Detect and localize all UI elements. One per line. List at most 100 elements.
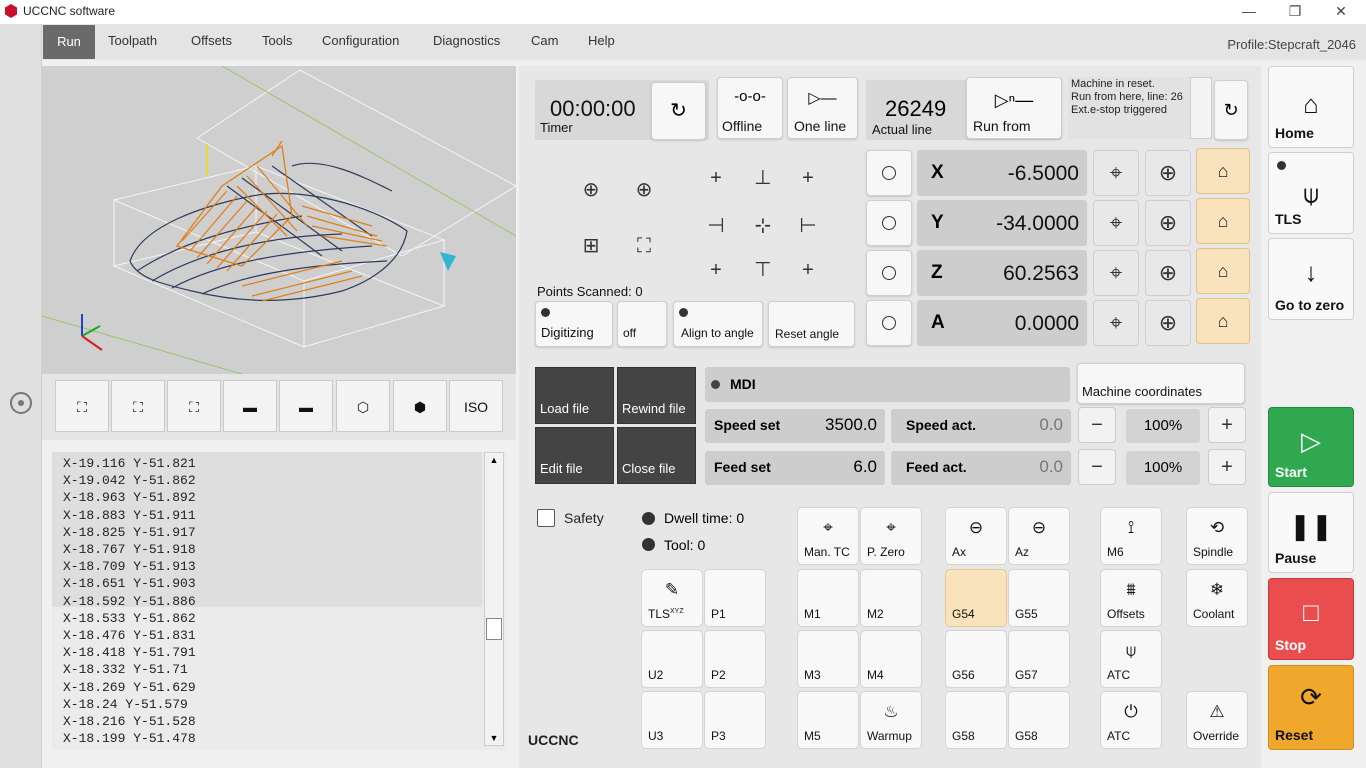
az-button[interactable]: ⊖ Az — [1008, 507, 1070, 565]
m2-button[interactable]: M2 — [860, 569, 922, 627]
m6-button[interactable]: ⟟ M6 — [1100, 507, 1162, 565]
menu-diagnostics[interactable]: Diagnostics — [425, 24, 508, 58]
axis-x-touch-button[interactable]: ⊕ — [1145, 150, 1191, 196]
stop-button[interactable]: □ Stop — [1268, 578, 1354, 660]
tls-xyz-button[interactable]: ✎ TLSXYZ — [641, 569, 703, 627]
axis-x-dro[interactable]: X -6.5000 — [917, 150, 1087, 196]
gcode-line[interactable]: X-18.533 Y-51.862 — [63, 611, 196, 628]
ax-button[interactable]: ⊖ Ax — [945, 507, 1007, 565]
axis-y-touch-button[interactable]: ⊕ — [1145, 200, 1191, 246]
safety-checkbox[interactable] — [537, 509, 555, 527]
mdi-input[interactable]: MDI — [705, 367, 1070, 402]
view-top-button[interactable]: ⛶ — [111, 380, 165, 432]
align-to-angle-button[interactable]: Align to angle — [673, 301, 763, 347]
run-from-button[interactable]: ▷ⁿ— Run from — [966, 77, 1062, 139]
axis-y-home-button[interactable]: ⌂ — [1196, 198, 1250, 244]
p-zero-button[interactable]: ⌖ P. Zero — [860, 507, 922, 565]
probe-square-icon[interactable]: ⛶ — [632, 234, 656, 258]
p2-button[interactable]: P2 — [704, 630, 766, 688]
rewind-file-button[interactable]: Rewind file — [617, 367, 696, 424]
view-fit-button[interactable]: ⛶ — [55, 380, 109, 432]
machine-coordinates-button[interactable]: Machine coordinates — [1077, 363, 1245, 404]
axis-x-zero-button[interactable]: ⌖ — [1093, 150, 1139, 196]
probe-corner-br-icon[interactable]: + — [796, 258, 820, 282]
gcode-line[interactable]: X-18.332 Y-51.71 — [63, 662, 188, 679]
reset-angle-button[interactable]: Reset angle — [768, 301, 855, 347]
go-to-zero-button[interactable]: ↓ Go to zero — [1268, 238, 1354, 320]
menu-configuration[interactable]: Configuration — [314, 24, 407, 58]
scroll-down-icon[interactable]: ▼ — [487, 733, 501, 743]
gcode-line[interactable]: X-18.709 Y-51.913 — [63, 559, 196, 576]
probe-corner-tl-icon[interactable]: + — [704, 166, 728, 190]
view-wire-button[interactable]: ⬡ — [336, 380, 390, 432]
speed-minus-button[interactable]: − — [1078, 407, 1116, 443]
gcode-line[interactable]: X-18.592 Y-51.886 — [63, 594, 196, 611]
axis-a-select-button[interactable] — [866, 300, 912, 346]
minimize-button[interactable]: — — [1226, 0, 1272, 24]
u3-button[interactable]: U3 — [641, 691, 703, 749]
g54-button[interactable]: G54 — [945, 569, 1007, 627]
probe-edge-top-icon[interactable]: ⊥ — [751, 166, 775, 190]
probe-corner-tr-icon[interactable]: + — [796, 166, 820, 190]
view-iso-button[interactable]: ISO — [449, 380, 503, 432]
gcode-line[interactable]: X-18.767 Y-51.918 — [63, 542, 196, 559]
load-file-button[interactable]: Load file — [535, 367, 614, 424]
scroll-thumb[interactable] — [486, 618, 502, 640]
gcode-listing[interactable]: X-19.116 Y-51.821 X-19.042 Y-51.862 X-18.9… — [52, 452, 506, 750]
offline-button[interactable]: -o-o- Offline — [717, 77, 783, 139]
m4-button[interactable]: M4 — [860, 630, 922, 688]
cycle-indicator-icon[interactable] — [10, 392, 32, 414]
axis-y-select-button[interactable] — [866, 200, 912, 246]
one-line-button[interactable]: ▷— One line — [787, 77, 858, 139]
gcode-line[interactable]: X-18.24 Y-51.579 — [63, 697, 188, 714]
digitizing-off-button[interactable]: off — [617, 301, 667, 347]
probe-circle-filled-icon[interactable]: ⊕ — [579, 178, 603, 202]
axis-a-touch-button[interactable]: ⊕ — [1145, 300, 1191, 346]
gcode-line[interactable]: X-18.651 Y-51.903 — [63, 576, 196, 593]
gcode-scrollbar[interactable]: ▲ ▼ — [484, 452, 504, 746]
status-scrollbar[interactable] — [1190, 77, 1212, 139]
atc1-button[interactable]: ⍦ ATC — [1100, 630, 1162, 688]
g58b-button[interactable]: G58 — [1008, 691, 1070, 749]
restore-button[interactable]: ❐ — [1272, 0, 1318, 24]
digitizing-button[interactable]: Digitizing — [535, 301, 613, 347]
axis-a-dro[interactable]: A 0.0000 — [917, 300, 1087, 346]
axis-y-dro[interactable]: Y -34.0000 — [917, 200, 1087, 246]
probe-corner-bl-icon[interactable]: + — [704, 258, 728, 282]
axis-a-zero-button[interactable]: ⌖ — [1093, 300, 1139, 346]
close-window-button[interactable]: ✕ — [1318, 0, 1364, 24]
m1-button[interactable]: M1 — [797, 569, 859, 627]
menu-run[interactable]: Run — [43, 25, 95, 59]
p3-button[interactable]: P3 — [704, 691, 766, 749]
gcode-line[interactable]: X-18.963 Y-51.892 — [63, 490, 196, 507]
axis-z-home-button[interactable]: ⌂ — [1196, 248, 1250, 294]
gcode-line[interactable]: X-18.476 Y-51.831 — [63, 628, 196, 645]
m3-button[interactable]: M3 — [797, 630, 859, 688]
home-button[interactable]: ⌂ Home — [1268, 66, 1354, 148]
view-back-button[interactable]: ▬ — [279, 380, 333, 432]
feed-minus-button[interactable]: − — [1078, 449, 1116, 485]
gcode-line[interactable]: X-18.418 Y-51.791 — [63, 645, 196, 662]
g55-button[interactable]: G55 — [1008, 569, 1070, 627]
probe-edge-bottom-icon[interactable]: ⊤ — [751, 258, 775, 282]
gcode-line[interactable]: X-18.269 Y-51.629 — [63, 680, 196, 697]
edit-file-button[interactable]: Edit file — [535, 427, 614, 484]
gcode-line[interactable]: X-19.116 Y-51.821 — [63, 456, 196, 473]
feed-set-field[interactable]: Feed set 6.0 — [705, 451, 885, 485]
coolant-button[interactable]: ❄ Coolant — [1186, 569, 1248, 627]
probe-square-filled-icon[interactable]: ⊞ — [579, 234, 603, 258]
gcode-line[interactable]: X-18.883 Y-51.911 — [63, 508, 196, 525]
gcode-line[interactable]: X-18.825 Y-51.917 — [63, 525, 196, 542]
probe-edge-left-icon[interactable]: ⊣ — [704, 214, 728, 238]
gcode-line[interactable]: X-19.042 Y-51.862 — [63, 473, 196, 490]
menu-help[interactable]: Help — [580, 24, 623, 58]
gcode-line[interactable]: X-18.199 Y-51.478 — [63, 731, 196, 748]
warmup-button[interactable]: ♨ Warmup — [860, 691, 922, 749]
axis-z-select-button[interactable] — [866, 250, 912, 296]
p1-button[interactable]: P1 — [704, 569, 766, 627]
timer-reset-icon[interactable]: ↻ — [651, 82, 706, 140]
axis-a-home-button[interactable]: ⌂ — [1196, 298, 1250, 344]
axis-y-zero-button[interactable]: ⌖ — [1093, 200, 1139, 246]
scroll-up-icon[interactable]: ▲ — [487, 455, 501, 465]
axis-x-home-button[interactable]: ⌂ — [1196, 148, 1250, 194]
